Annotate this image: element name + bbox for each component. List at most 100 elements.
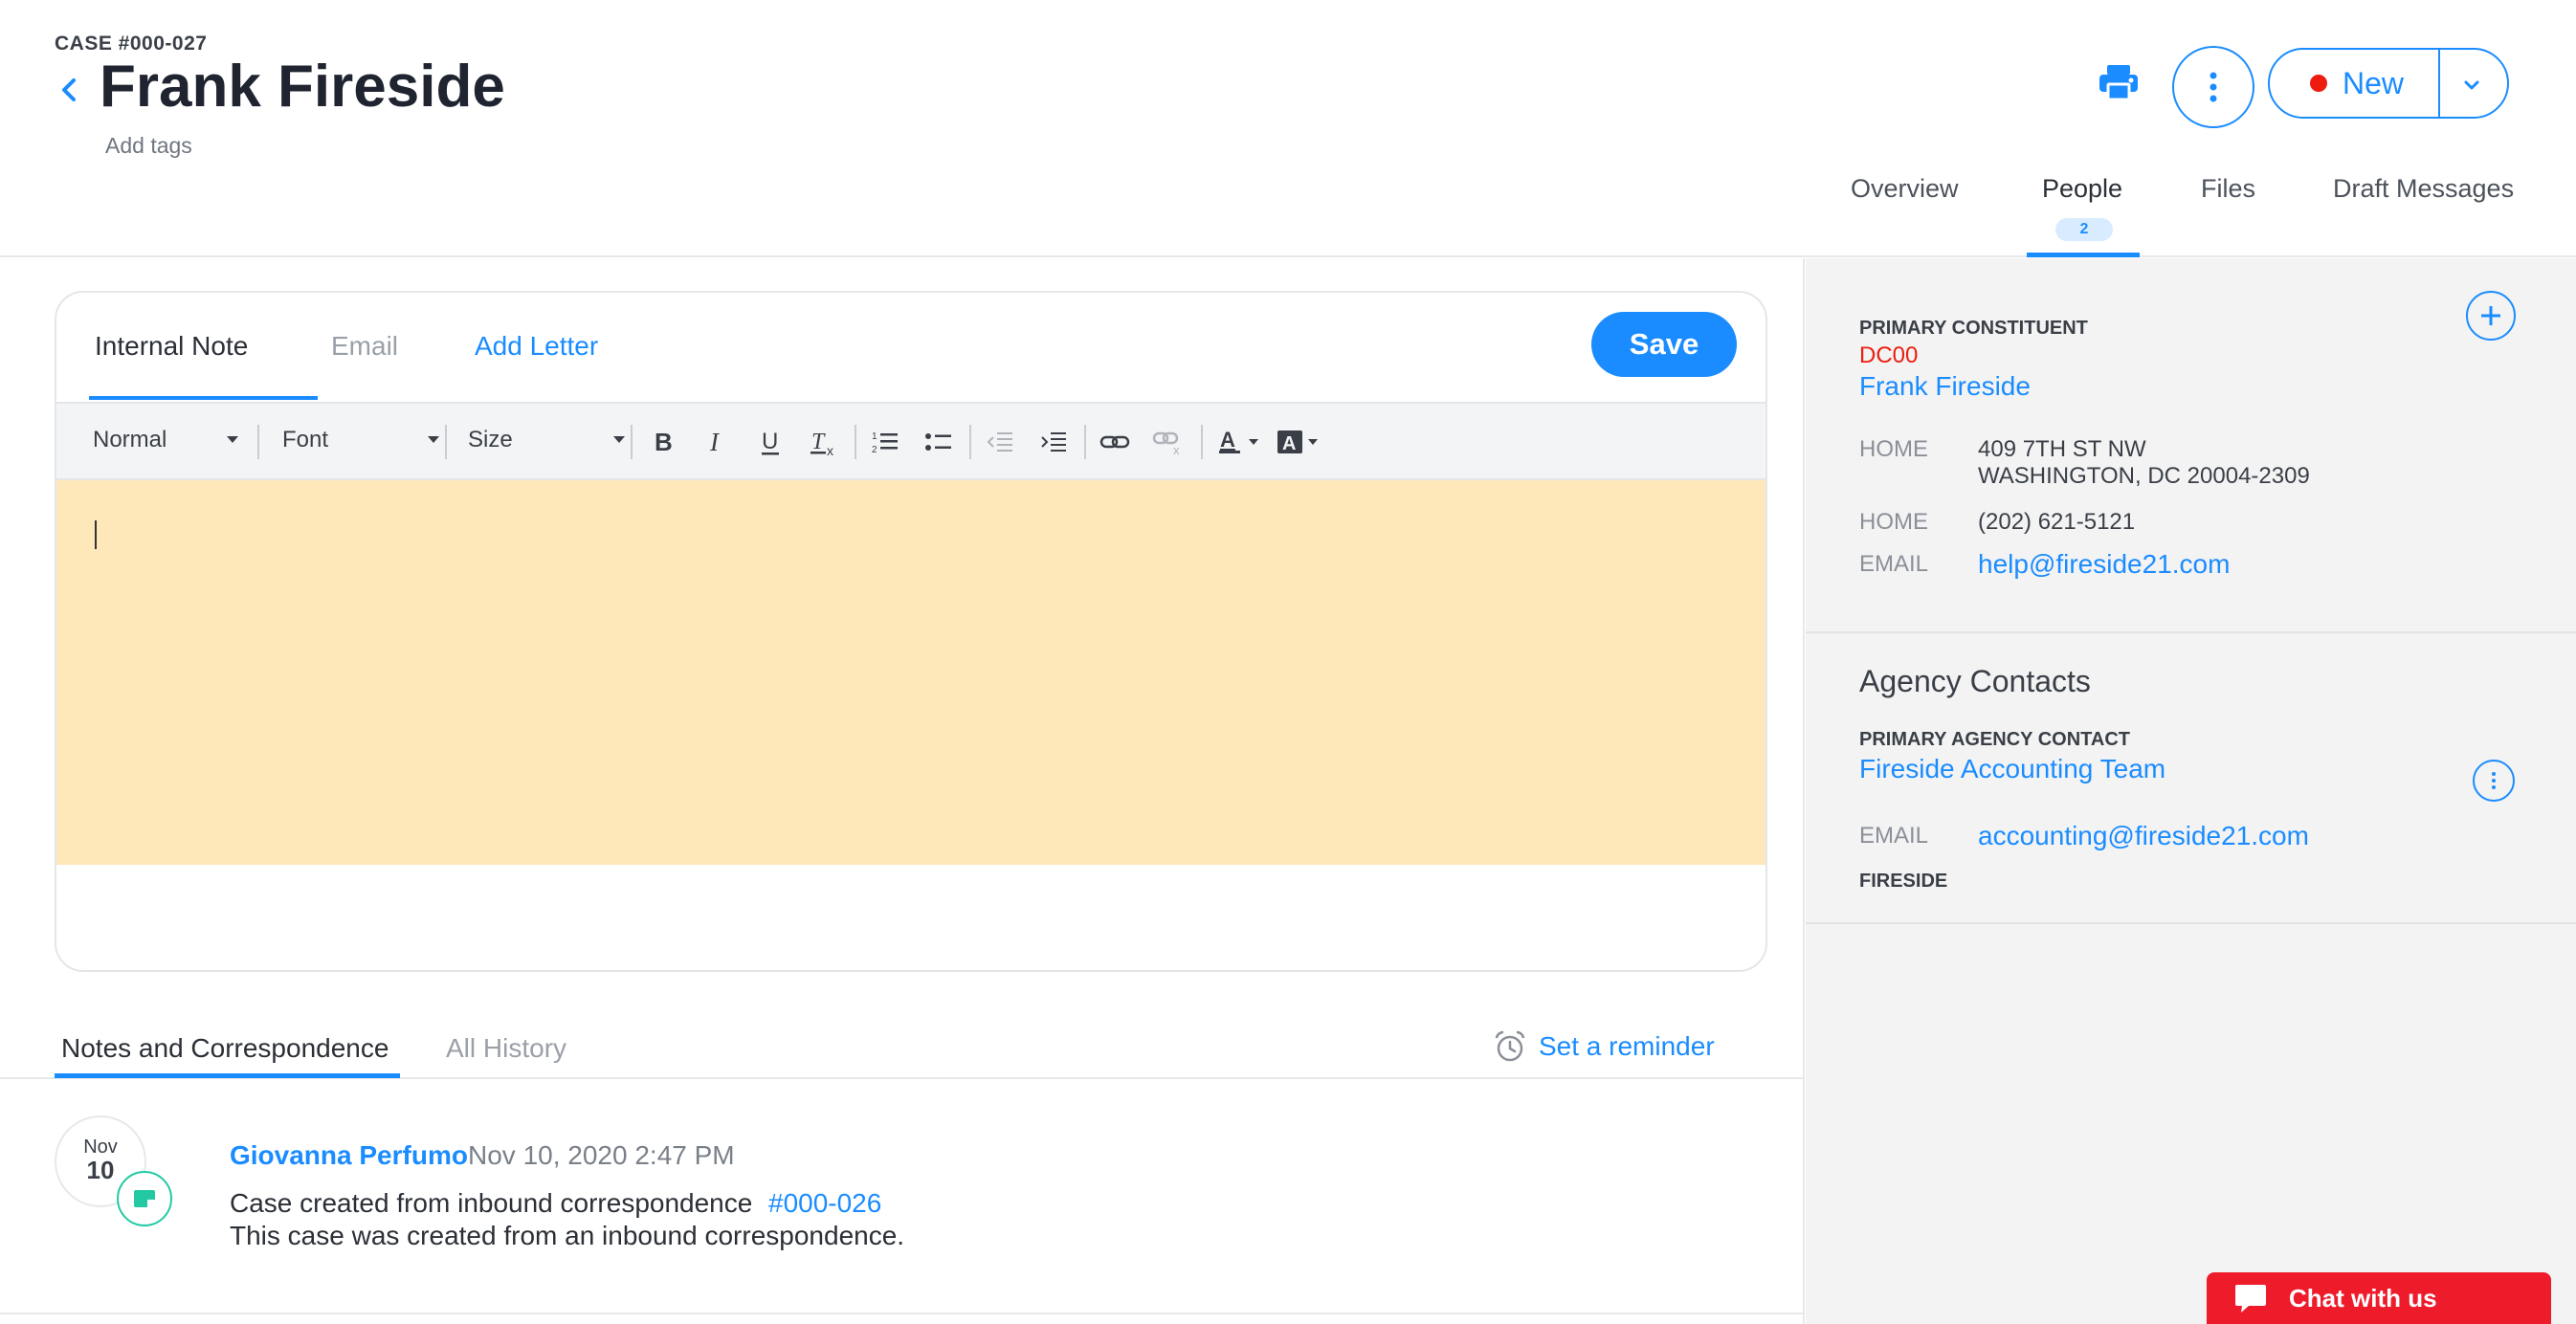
alarm-clock-icon xyxy=(1495,1030,1525,1062)
tab-draft-messages[interactable]: Draft Messages xyxy=(2333,174,2514,204)
outdent-button[interactable] xyxy=(981,423,1019,461)
toolbar-divider xyxy=(969,425,971,459)
text-color-button[interactable]: A xyxy=(1212,423,1270,461)
svg-text:A: A xyxy=(1220,428,1235,452)
ordered-list-icon: 12 xyxy=(872,431,898,455)
constituent-email-link[interactable]: help@fireside21.com xyxy=(1978,549,2230,580)
more-vertical-icon xyxy=(2492,772,2496,789)
more-options-button[interactable] xyxy=(2172,46,2254,128)
page-title: Frank Fireside xyxy=(100,54,505,120)
svg-text:B: B xyxy=(655,429,673,455)
indent-icon xyxy=(1041,432,1066,452)
note-text-editor[interactable] xyxy=(56,480,1765,865)
new-button-divider xyxy=(2438,50,2440,117)
italic-button[interactable]: I xyxy=(698,423,736,461)
address-line-1: 409 7TH ST NW xyxy=(1978,436,2146,462)
primary-agency-contact-label: PRIMARY AGENCY CONTACT xyxy=(1859,729,2130,750)
chevron-down-icon[interactable] xyxy=(2457,71,2486,99)
people-panel: PRIMARY CONSTITUENT DC00 Frank Fireside … xyxy=(1806,258,2576,1324)
clear-format-icon: Tx xyxy=(811,430,833,456)
background-color-button[interactable]: A xyxy=(1272,423,1329,461)
toolbar-divider xyxy=(1201,425,1203,459)
tab-people[interactable]: People xyxy=(2042,174,2122,204)
indent-button[interactable] xyxy=(1034,423,1073,461)
svg-text:T: T xyxy=(811,430,826,454)
agency-email-label: EMAIL xyxy=(1859,823,1929,849)
italic-icon: I xyxy=(709,429,721,455)
link-icon xyxy=(1099,435,1130,449)
correspondence-badge xyxy=(117,1171,172,1226)
font-select[interactable]: Font xyxy=(282,427,445,453)
size-select[interactable]: Size xyxy=(468,427,631,453)
chat-with-us-button[interactable]: Chat with us xyxy=(2207,1272,2551,1324)
note-editor-card: Internal Note Email Add Letter Save Norm… xyxy=(55,291,1767,972)
numbered-list-button[interactable]: 12 xyxy=(866,423,904,461)
agency-org-name: FIRESIDE xyxy=(1859,871,1948,892)
agency-email-link[interactable]: accounting@fireside21.com xyxy=(1978,821,2309,851)
add-person-button[interactable] xyxy=(2466,291,2516,341)
record-dot-icon xyxy=(2310,75,2327,92)
text-cursor xyxy=(95,520,97,549)
format-select[interactable]: Normal xyxy=(93,427,246,453)
phone-label: HOME xyxy=(1859,509,1928,535)
remove-link-button[interactable]: x xyxy=(1149,423,1188,461)
main-content: Internal Note Email Add Letter Save Norm… xyxy=(0,258,1805,1324)
save-button[interactable]: Save xyxy=(1591,312,1737,377)
set-reminder-button[interactable]: Set a reminder xyxy=(1493,1027,1715,1066)
phone-value: (202) 621-5121 xyxy=(1978,509,2136,535)
dropdown-arrow-icon xyxy=(613,436,625,443)
underline-button[interactable]: U xyxy=(751,423,789,461)
active-tab-indicator xyxy=(2027,253,2140,257)
email-label: EMAIL xyxy=(1859,551,1929,577)
section-divider xyxy=(1806,631,2576,633)
agency-contact-menu-button[interactable] xyxy=(2473,760,2515,802)
tab-files[interactable]: Files xyxy=(2201,174,2255,204)
address-label: HOME xyxy=(1859,436,1928,462)
toolbar-divider xyxy=(631,425,633,459)
new-button-label: New xyxy=(2343,65,2405,100)
tab-overview[interactable]: Overview xyxy=(1851,174,1959,204)
insert-link-button[interactable] xyxy=(1096,423,1134,461)
agency-contact-name-link[interactable]: Fireside Accounting Team xyxy=(1859,754,2165,784)
tab-internal-note[interactable]: Internal Note xyxy=(95,331,248,362)
plus-icon xyxy=(2481,306,2500,325)
background-color-icon: A xyxy=(1277,430,1318,454)
editor-tabs: Internal Note Email Add Letter Save xyxy=(56,293,1765,402)
agency-contacts-heading: Agency Contacts xyxy=(1859,664,2091,698)
text-color-icon: A xyxy=(1219,428,1258,453)
tab-email[interactable]: Email xyxy=(331,331,398,362)
clear-format-button[interactable]: Tx xyxy=(805,423,843,461)
tab-all-history[interactable]: All History xyxy=(446,1033,566,1064)
constituent-code: DC00 xyxy=(1859,342,1919,368)
new-button[interactable]: New xyxy=(2268,48,2509,119)
list-item: Nov 10 Giovanna Perfumo Nov 10, 2020 2:4… xyxy=(0,1081,1805,1324)
bullet-list-button[interactable] xyxy=(920,423,958,461)
set-reminder-label: Set a reminder xyxy=(1539,1031,1715,1061)
related-case-link[interactable]: #000-026 xyxy=(768,1188,881,1219)
chat-label: Chat with us xyxy=(2289,1283,2437,1313)
tab-add-letter[interactable]: Add Letter xyxy=(475,331,598,362)
svg-text:U: U xyxy=(762,429,778,454)
bullet-list-icon xyxy=(925,433,951,451)
constituent-name-link[interactable]: Frank Fireside xyxy=(1859,371,2031,402)
svg-text:1: 1 xyxy=(872,431,877,442)
size-select-value: Size xyxy=(468,427,513,452)
add-tags-link[interactable]: Add tags xyxy=(105,133,192,159)
more-vertical-icon xyxy=(2210,72,2217,102)
svg-text:A: A xyxy=(1282,433,1296,454)
outdent-icon xyxy=(987,432,1012,452)
bold-button[interactable]: B xyxy=(644,423,682,461)
print-button[interactable] xyxy=(2094,57,2143,107)
case-header: CASE #000-027 Frank Fireside Add tags Ne… xyxy=(0,0,2576,257)
entry-author[interactable]: Giovanna Perfumo xyxy=(230,1140,468,1171)
svg-text:x: x xyxy=(1173,443,1180,455)
entry-description: This case was created from an inbound co… xyxy=(230,1221,905,1250)
tab-notes-and-correspondence[interactable]: Notes and Correspondence xyxy=(61,1033,389,1064)
svg-text:2: 2 xyxy=(872,445,877,455)
inbound-mail-icon xyxy=(134,1190,155,1207)
chevron-left-icon xyxy=(62,78,76,101)
bold-icon: B xyxy=(655,429,673,455)
toolbar-divider xyxy=(445,425,447,459)
back-button[interactable] xyxy=(55,69,83,111)
primary-constituent-label: PRIMARY CONSTITUENT xyxy=(1859,318,2088,339)
